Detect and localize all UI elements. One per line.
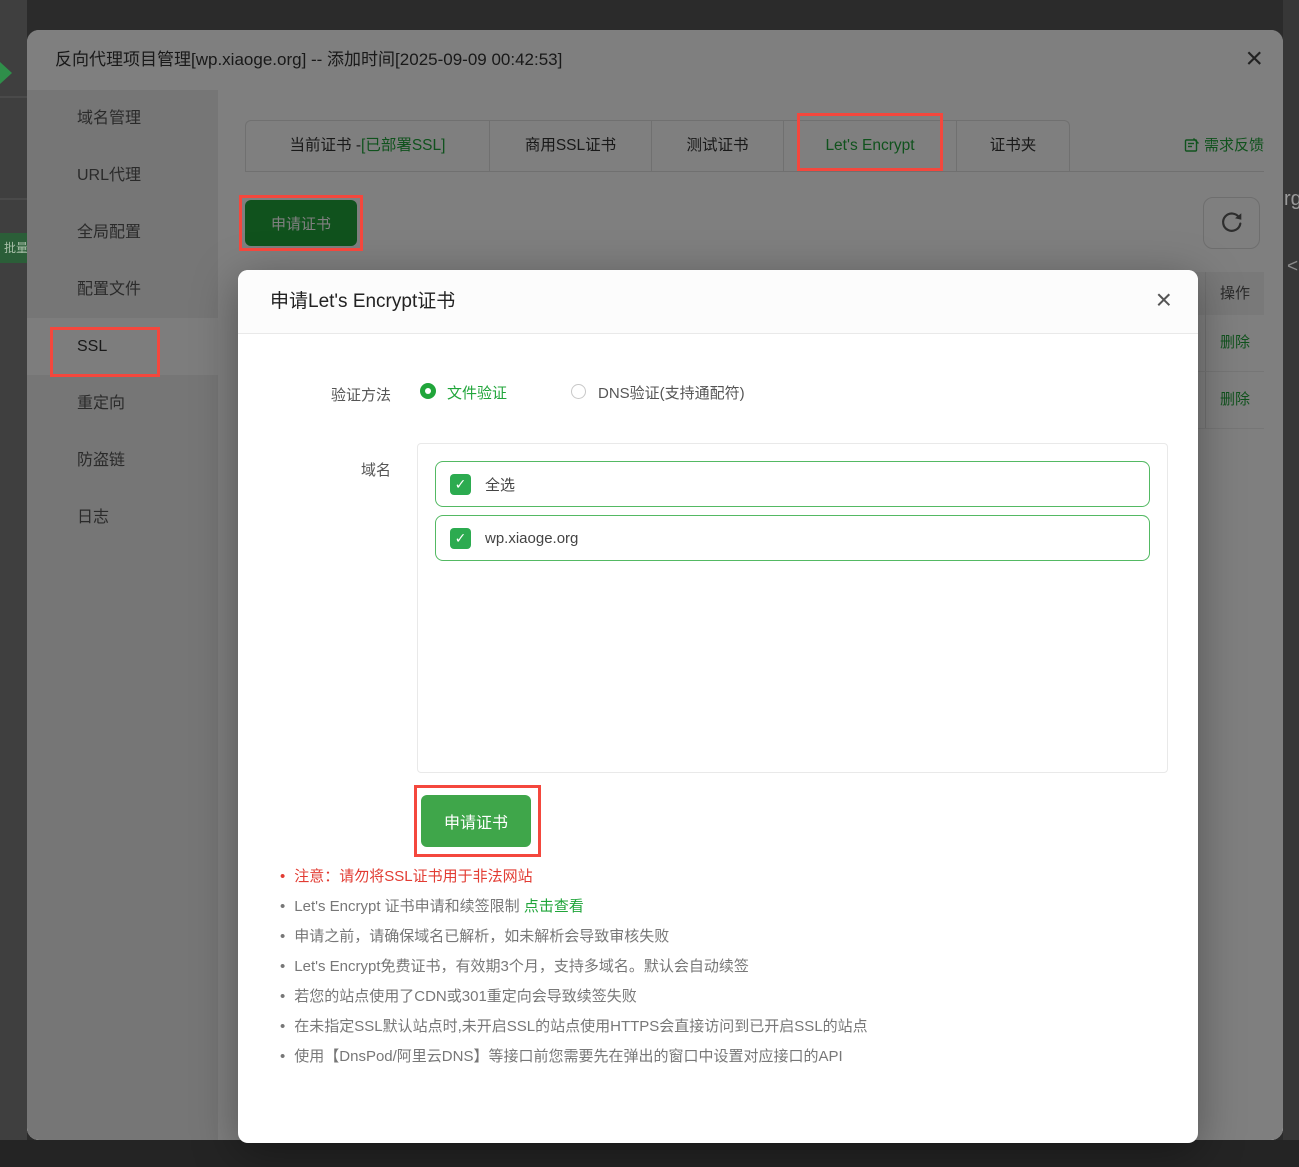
modal-title: 申请Let's Encrypt证书: [270, 291, 456, 312]
domain-list-box: ✓ 全选 ✓ wp.xiaoge.org: [417, 443, 1168, 773]
radio-file-verify[interactable]: [420, 383, 436, 399]
radio-dns-verify[interactable]: [571, 384, 586, 399]
note-default-site: 在未指定SSL默认站点时,未开启SSL的站点使用HTTPS会直接访问到已开启SS…: [280, 1012, 867, 1042]
divider: [0, 198, 27, 200]
note-dns-api: 使用【DnsPod/阿里云DNS】等接口前您需要先在弹出的窗口中设置对应接口的A…: [280, 1042, 868, 1072]
batch-action-button-clipped[interactable]: 批量: [0, 233, 28, 263]
close-icon[interactable]: ×: [1156, 284, 1172, 316]
domain-row-select-all[interactable]: ✓ 全选: [435, 461, 1150, 507]
domain-name-label: wp.xiaoge.org: [485, 529, 579, 547]
note-limit: Let's Encrypt 证书申请和续签限制 点击查看: [280, 892, 868, 922]
note-warning: 注意：请勿将SSL证书用于非法网站: [280, 862, 868, 892]
annotation-box-lets-encrypt-tab: [797, 113, 943, 171]
divider: [0, 96, 27, 98]
note-cdn: 若您的站点使用了CDN或301重定向会导致续签失败: [280, 982, 868, 1012]
checkbox-checked-icon[interactable]: ✓: [450, 473, 471, 495]
note-resolve: 申请之前，请确保域名已解析，如未解析会导致审核失败: [280, 922, 868, 952]
note-free-cert: Let's Encrypt免费证书，有效期3个月，支持多域名。默认会自动续签: [280, 952, 868, 982]
domain-label: 域名: [360, 462, 391, 479]
view-limits-link[interactable]: 点击查看: [524, 898, 584, 915]
background-page-bottom-strip: [0, 1140, 1299, 1167]
lets-encrypt-apply-modal: 申请Let's Encrypt证书 × 验证方法 文件验证 DNS验证(支持通配…: [238, 270, 1198, 1143]
annotation-box-ssl: [50, 327, 160, 377]
chevron-left-icon[interactable]: <: [1287, 256, 1298, 278]
select-all-label: 全选: [485, 476, 516, 494]
annotation-box-apply-button: [239, 195, 363, 251]
radio-dns-verify-label[interactable]: DNS验证(支持通配符): [598, 382, 745, 403]
play-triangle-icon: [0, 62, 12, 84]
background-page-right-strip: [1283, 0, 1299, 1140]
verify-method-label: 验证方法: [330, 387, 391, 404]
radio-file-verify-label[interactable]: 文件验证: [447, 382, 507, 403]
domain-row-wp-xiaoge-org[interactable]: ✓ wp.xiaoge.org: [435, 515, 1150, 561]
notes-list: 注意：请勿将SSL证书用于非法网站 Let's Encrypt 证书申请和续签限…: [280, 862, 868, 1072]
checkbox-checked-icon[interactable]: ✓: [450, 527, 471, 549]
annotation-box-modal-apply-button: [414, 785, 541, 857]
clipped-domain-text: rg: [1284, 188, 1299, 210]
modal-header: 申请Let's Encrypt证书 ×: [238, 270, 1198, 334]
background-page-left-strip: 批量: [0, 0, 28, 1140]
